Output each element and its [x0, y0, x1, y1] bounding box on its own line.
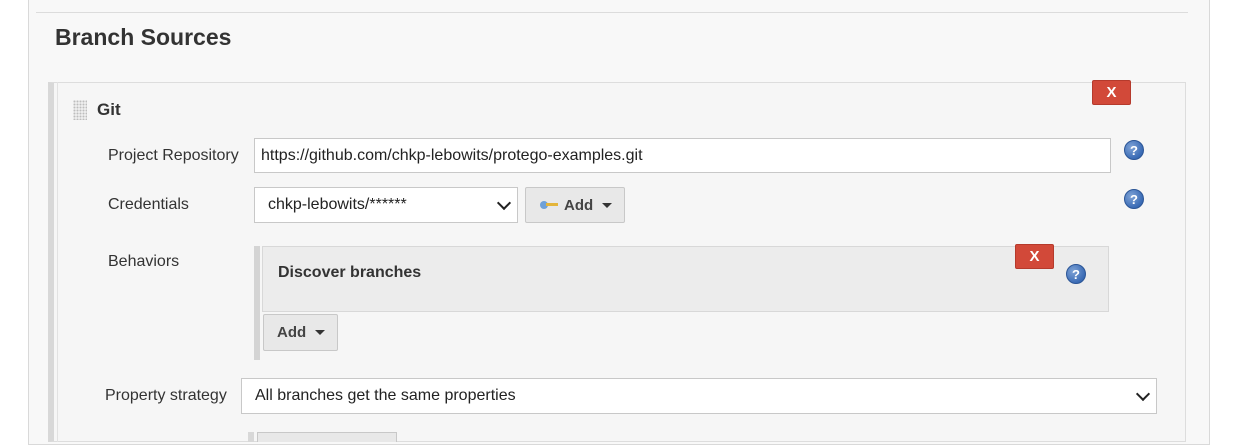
add-behavior-button[interactable]: Add: [263, 314, 338, 351]
discover-branches-help-icon[interactable]: ?: [1066, 264, 1086, 284]
add-credentials-button[interactable]: Add: [525, 187, 625, 223]
property-strategy-selected-value: All branches get the same properties: [255, 387, 516, 404]
project-repository-help-icon[interactable]: ?: [1124, 140, 1144, 160]
chevron-down-icon: [1135, 386, 1151, 402]
credentials-select[interactable]: chkp-lebowits/******: [254, 187, 518, 223]
section-title: Branch Sources: [55, 24, 232, 50]
caret-down-icon: [315, 330, 326, 335]
project-repository-label: Project Repository: [108, 147, 239, 164]
add-behavior-label: Add: [277, 324, 307, 341]
section-divider: [36, 12, 1188, 13]
credentials-selected-value: chkp-lebowits/******: [268, 196, 407, 213]
delete-behavior-button[interactable]: X: [1015, 244, 1054, 269]
project-repository-input[interactable]: https://github.com/chkp-lebowits/protego…: [254, 138, 1111, 173]
credentials-help-icon[interactable]: ?: [1124, 189, 1144, 209]
property-strategy-select[interactable]: All branches get the same properties: [241, 378, 1157, 414]
add-credentials-label: Add: [564, 196, 594, 214]
panel-divider: [57, 82, 58, 442]
drag-handle-icon[interactable]: [73, 100, 87, 120]
next-section-bar: [248, 432, 254, 442]
chevron-down-icon: [496, 195, 512, 211]
behaviors-label: Behaviors: [108, 253, 180, 270]
credentials-label: Credentials: [108, 196, 189, 213]
key-icon: [540, 200, 560, 210]
next-section-button[interactable]: [257, 432, 397, 442]
caret-down-icon: [602, 202, 613, 208]
discover-branches-title: Discover branches: [278, 264, 422, 281]
property-strategy-label: Property strategy: [105, 387, 227, 404]
delete-git-source-button[interactable]: X: [1092, 80, 1131, 105]
git-source-title: Git: [97, 100, 121, 119]
